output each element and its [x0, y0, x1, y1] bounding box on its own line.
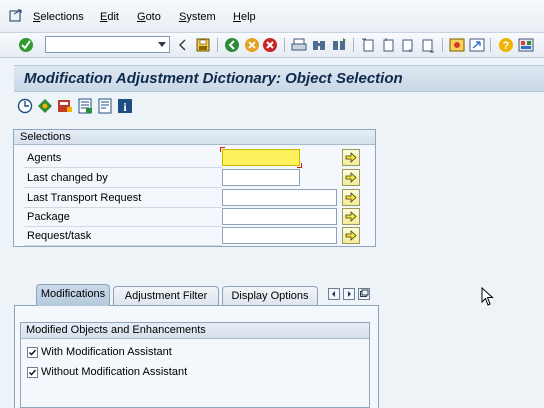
last-changed-by-multiple-selection-button[interactable]	[342, 169, 360, 186]
checkmark-icon	[28, 369, 37, 376]
package-input[interactable]	[222, 208, 337, 225]
agents-label: Agents	[24, 149, 222, 168]
last-transport-request-multiple-selection-button[interactable]	[342, 189, 360, 206]
command-field[interactable]	[45, 36, 170, 53]
exit-icon[interactable]	[244, 37, 260, 53]
previous-page-icon[interactable]	[380, 37, 396, 53]
modified-objects-group: Modified Objects and Enhancements With M…	[20, 322, 370, 408]
last-changed-by-label: Last changed by	[24, 169, 222, 188]
menu-system[interactable]: System	[179, 11, 216, 23]
last-changed-by-input[interactable]	[222, 169, 300, 186]
menu-edit[interactable]: Edit	[100, 11, 119, 23]
tab-adjustment-filter[interactable]: Adjustment Filter	[113, 286, 219, 305]
request-task-input[interactable]	[222, 227, 337, 244]
arrow-right-icon	[345, 230, 357, 241]
toolbar-separator	[284, 38, 285, 52]
request-task-label: Request/task	[24, 227, 222, 246]
menu-bar: Selections Edit Goto System Help	[0, 0, 544, 33]
toolbar-separator	[490, 38, 491, 52]
last-transport-request-label: Last Transport Request	[24, 189, 222, 208]
selections-group: Selections Agents Last changed by Last T…	[13, 129, 376, 247]
without-modification-assistant-label: Without Modification Assistant	[41, 366, 188, 378]
without-modification-assistant-checkbox[interactable]	[27, 367, 38, 378]
cancel-icon[interactable]	[262, 37, 278, 53]
toolbar-separator	[217, 38, 218, 52]
page-title: Modification Adjustment Dictionary: Obje…	[24, 70, 403, 87]
tab-scroll-left-button[interactable]	[328, 288, 340, 300]
collapse-left-icon[interactable]	[175, 37, 191, 53]
next-page-icon[interactable]	[400, 37, 416, 53]
arrow-right-icon	[345, 152, 357, 163]
mouse-pointer-icon	[481, 287, 494, 306]
package-multiple-selection-button[interactable]	[342, 208, 360, 225]
menu-selections[interactable]: Selections	[33, 11, 84, 23]
enter-icon[interactable]	[18, 37, 34, 53]
selection-row-last-transport-request: Last Transport Request	[24, 189, 364, 208]
selections-group-header: Selections	[14, 130, 375, 145]
tab-strip: Modifications Adjustment Filter Display …	[14, 284, 374, 306]
save-icon[interactable]	[195, 37, 211, 53]
menu-goto[interactable]: Goto	[137, 11, 161, 23]
modified-objects-group-header: Modified Objects and Enhancements	[21, 323, 369, 339]
create-session-icon[interactable]	[449, 37, 465, 53]
agents-multiple-selection-button[interactable]	[342, 149, 360, 166]
last-transport-request-input[interactable]	[222, 189, 337, 206]
with-modification-assistant-label: With Modification Assistant	[41, 346, 172, 358]
chevron-left-icon	[332, 291, 335, 297]
svg-text:?: ?	[503, 40, 510, 52]
request-task-multiple-selection-button[interactable]	[342, 227, 360, 244]
back-icon[interactable]	[224, 37, 240, 53]
modifications-tab-panel: Modified Objects and Enhancements With M…	[14, 305, 379, 408]
print-icon[interactable]	[291, 37, 307, 53]
standard-toolbar: ?	[0, 33, 544, 58]
documentation-icon[interactable]	[97, 98, 113, 114]
chevron-down-icon[interactable]	[158, 42, 166, 47]
toolbar-separator	[442, 38, 443, 52]
shortcut-icon[interactable]	[469, 37, 485, 53]
tab-scroll-right-button[interactable]	[343, 288, 355, 300]
get-variant-icon[interactable]	[77, 98, 93, 114]
find-next-icon[interactable]	[331, 37, 347, 53]
tab-list-icon	[360, 289, 369, 297]
arrow-right-icon	[345, 211, 357, 222]
system-menu-icon[interactable]	[9, 9, 23, 23]
title-bar: Modification Adjustment Dictionary: Obje…	[14, 65, 544, 92]
arrow-right-icon	[345, 172, 357, 183]
tab-list-button[interactable]	[358, 288, 370, 300]
help-icon[interactable]: ?	[498, 37, 514, 53]
customize-layout-icon[interactable]	[518, 37, 534, 53]
selection-row-package: Package	[24, 208, 364, 227]
first-page-icon[interactable]	[360, 37, 376, 53]
execute-icon[interactable]	[17, 98, 33, 114]
selection-row-request-task: Request/task	[24, 227, 364, 246]
checkmark-icon	[28, 349, 37, 356]
tab-display-options[interactable]: Display Options	[222, 286, 318, 305]
find-icon[interactable]	[311, 37, 327, 53]
tab-modifications[interactable]: Modifications	[36, 284, 110, 306]
chevron-right-icon	[348, 291, 351, 297]
selection-row-last-changed-by: Last changed by	[24, 169, 364, 188]
application-toolbar: i	[14, 96, 314, 116]
variants-icon[interactable]	[37, 98, 53, 114]
info-icon[interactable]: i	[117, 98, 133, 114]
toolbar-separator	[353, 38, 354, 52]
package-label: Package	[24, 208, 222, 227]
last-page-icon[interactable]	[420, 37, 436, 53]
save-variant-icon[interactable]	[57, 98, 73, 114]
agents-input[interactable]	[220, 147, 302, 168]
selection-row-agents: Agents	[24, 147, 364, 168]
arrow-right-icon	[345, 192, 357, 203]
with-modification-assistant-checkbox[interactable]	[27, 347, 38, 358]
menu-help[interactable]: Help	[233, 11, 256, 23]
